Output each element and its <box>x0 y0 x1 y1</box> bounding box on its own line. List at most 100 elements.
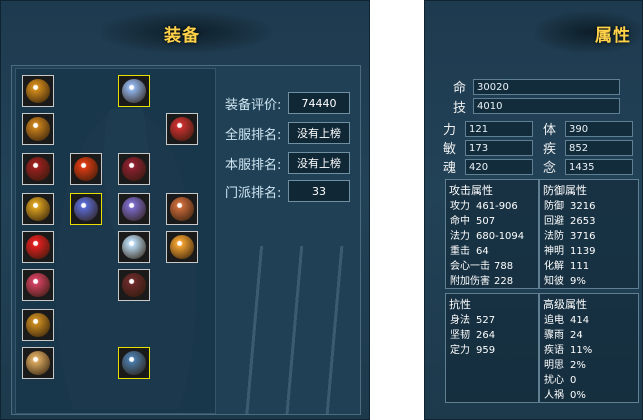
equipment-panel: 装备 装备评价: 74440 全服排名: 没有上榜 本服排名: 没有上榜 门派排… <box>0 0 370 420</box>
stat-name: 附加伤害 <box>450 276 490 287</box>
pants-dark-icon <box>122 273 146 297</box>
stat-value: 1139 <box>570 246 596 257</box>
agility-label: 敏 <box>443 142 457 157</box>
stat-value: 959 <box>476 345 496 356</box>
resist-stat-row: 坚韧 264 <box>450 326 495 341</box>
stat-name: 疾语 <box>544 345 564 356</box>
bracelet-gem-icon <box>26 273 50 297</box>
mp-label: 技 <box>453 101 467 116</box>
equipment-slot[interactable] <box>22 193 54 225</box>
blade-blue-icon <box>74 197 98 221</box>
stat-name: 骤雨 <box>544 330 564 341</box>
constitution-value: 390 <box>565 121 633 137</box>
cape-red-icon <box>170 117 194 141</box>
equipment-grid <box>15 68 216 414</box>
equipment-title: 装备 <box>164 26 200 46</box>
stat-name: 追电 <box>544 315 564 326</box>
resistance-title: 抗性 <box>449 298 471 311</box>
warrior-figure-icon <box>170 197 194 221</box>
attack-stat-row: 法力 680-1094 <box>450 227 524 242</box>
stat-value: 507 <box>476 216 496 227</box>
stat-value: 527 <box>476 315 496 326</box>
stat-name: 知彼 <box>544 276 564 287</box>
stat-value: 2% <box>570 360 586 371</box>
equipment-slot[interactable] <box>22 269 54 301</box>
stat-name: 身法 <box>450 315 470 326</box>
mind-value: 1435 <box>565 159 633 175</box>
amulet-gold-icon <box>26 79 50 103</box>
stat-value: 0 <box>570 375 577 386</box>
equipment-slot[interactable] <box>118 269 150 301</box>
equipment-slot[interactable] <box>166 193 198 225</box>
stat-value: 11% <box>570 345 593 356</box>
stat-name: 重击 <box>450 246 470 257</box>
equipment-slot[interactable] <box>118 347 150 379</box>
charm-swirl-icon <box>26 351 50 375</box>
stat-name: 法防 <box>544 231 564 242</box>
defense-title: 防御属性 <box>543 184 587 197</box>
attack-attributes-box: 攻击属性 攻力 461-906 命中 507 法力 680-1094 重击 64 会心一击 788… <box>445 179 539 289</box>
equipment-slot[interactable] <box>118 75 150 107</box>
attributes-title: 属性 <box>595 26 631 46</box>
equipment-slot[interactable] <box>118 231 150 263</box>
server-rank-value: 没有上榜 <box>288 122 350 144</box>
mind-label: 念 <box>543 161 557 176</box>
resist-stat-row: 身法 527 <box>450 311 495 326</box>
stat-name: 坚韧 <box>450 330 470 341</box>
equipment-slot[interactable] <box>70 193 102 225</box>
equipment-slot[interactable] <box>22 153 54 185</box>
stat-value: 0% <box>570 390 586 401</box>
boots-blue-icon <box>122 351 146 375</box>
stat-name: 神明 <box>544 246 564 257</box>
mask-purple-icon <box>122 197 146 221</box>
stat-name: 法力 <box>450 231 470 242</box>
defense-stat-row: 防御 3216 <box>544 197 595 212</box>
attack-stat-row: 附加伤害 228 <box>450 272 513 287</box>
stat-value: 264 <box>476 330 496 341</box>
equipment-slot[interactable] <box>166 113 198 145</box>
equipment-content: 装备评价: 74440 全服排名: 没有上榜 本服排名: 没有上榜 门派排名: … <box>11 65 361 415</box>
rating-label: 装备评价: <box>225 98 282 113</box>
amulet-gold-icon-2 <box>26 117 50 141</box>
equipment-slot[interactable] <box>22 75 54 107</box>
advanced-stat-row: 人祸 0% <box>544 386 586 401</box>
equipment-slot[interactable] <box>22 231 54 263</box>
equipment-slot[interactable] <box>166 231 198 263</box>
stat-value: 3716 <box>570 231 596 242</box>
stat-name: 扰心 <box>544 375 564 386</box>
attack-stat-row: 会心一击 788 <box>450 257 513 272</box>
equipment-slot[interactable] <box>70 153 102 185</box>
equipment-slot[interactable] <box>22 113 54 145</box>
equipment-slot[interactable] <box>22 309 54 341</box>
agility-value: 173 <box>465 140 533 156</box>
stat-name: 人祸 <box>544 390 564 401</box>
attack-stat-row: 攻力 461-906 <box>450 197 518 212</box>
stat-value: 9% <box>570 276 586 287</box>
stat-name: 回避 <box>544 216 564 227</box>
strength-value: 121 <box>465 121 533 137</box>
stat-value: 680-1094 <box>476 231 525 242</box>
advanced-stat-row: 骤雨 24 <box>544 326 583 341</box>
advanced-stat-row: 疾语 11% <box>544 341 592 356</box>
stat-value: 2653 <box>570 216 596 227</box>
ring-gold-icon <box>26 197 50 221</box>
stat-name: 命中 <box>450 216 470 227</box>
stat-value: 24 <box>570 330 583 341</box>
equipment-slot[interactable] <box>118 153 150 185</box>
stat-value: 111 <box>570 261 590 272</box>
stat-value: 228 <box>494 276 514 287</box>
resist-stat-row: 定力 959 <box>450 341 495 356</box>
pendant-gold-icon <box>26 313 50 337</box>
equipment-slot[interactable] <box>118 193 150 225</box>
necklace-red-icon <box>26 157 50 181</box>
equipment-slot[interactable] <box>22 347 54 379</box>
bamboo-decoration <box>242 246 352 414</box>
local-rank-label: 本服排名: <box>225 158 282 173</box>
defense-stat-row: 神明 1139 <box>544 242 595 257</box>
hp-label: 命 <box>453 81 467 96</box>
sect-rank-label: 门派排名: <box>225 186 282 201</box>
sect-rank-value: 33 <box>288 180 350 202</box>
stat-value: 788 <box>494 261 514 272</box>
advanced-stat-row: 追电 414 <box>544 311 589 326</box>
soul-label: 魂 <box>443 161 457 176</box>
